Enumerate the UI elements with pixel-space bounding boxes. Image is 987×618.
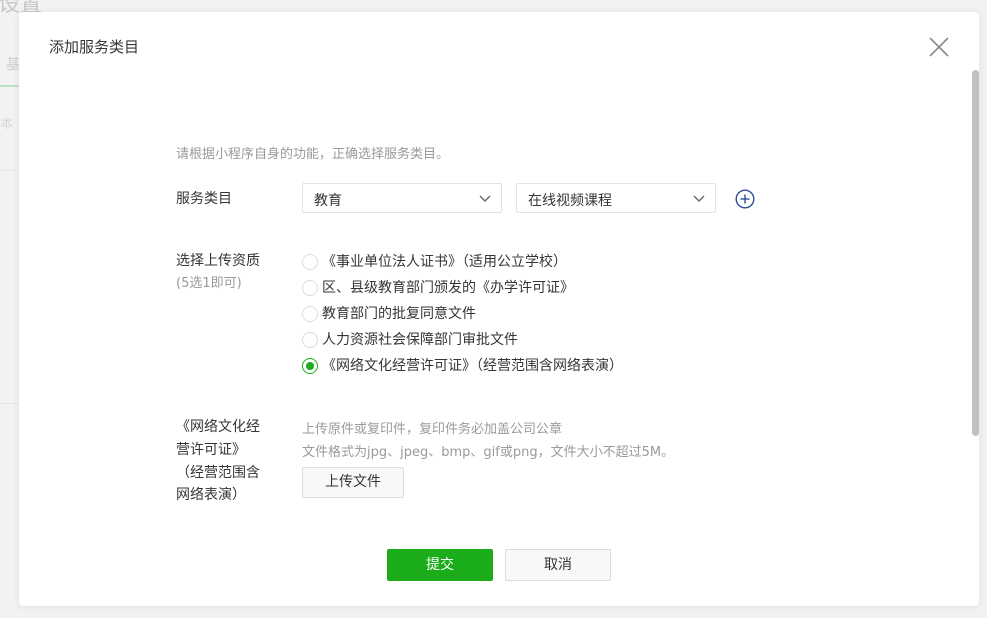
category-secondary-select[interactable]: 在线视频课程 [516,183,716,213]
upload-field-label-line: （经营范围含 [176,465,260,481]
chevron-down-icon [479,195,491,202]
upload-field-label-line: 营许可证》 [176,442,246,458]
upload-tip: 上传原件或复印件，复印件务必加盖公司公章 [302,422,563,437]
qualification-sub-label: (5选1即可) [176,276,242,291]
qualification-option-label: 区、县级教育部门颁发的《办学许可证》 [322,280,574,296]
qualification-option-label: 《网络文化经营许可证》（经营范围含网络表演） [322,358,623,374]
qualification-option-label: 人力资源社会保障部门审批文件 [322,332,518,348]
radio-button[interactable] [302,306,318,322]
background-tab: 基 [6,57,20,73]
cancel-button[interactable]: 取消 [505,549,611,581]
background-divider [0,170,19,171]
upload-field-label-line: 网络表演） [176,487,246,503]
close-icon[interactable] [927,35,951,59]
category-hint: 请根据小程序自身的功能，正确选择服务类目。 [176,147,450,162]
category-primary-select[interactable]: 教育 [302,183,502,213]
radio-button[interactable] [302,254,318,270]
background-tab-underline [0,85,19,87]
radio-button[interactable] [302,280,318,296]
category-secondary-value: 在线视频课程 [528,193,612,209]
background-text: 本 [0,117,14,132]
qualification-label: 选择上传资质 [176,253,260,269]
category-primary-value: 教育 [314,193,342,209]
dialog-title: 添加服务类目 [49,38,140,56]
radio-button-checked[interactable] [302,358,318,374]
chevron-down-icon [693,195,705,202]
add-service-category-dialog: 添加服务类目 请根据小程序自身的功能，正确选择服务类目。 服务类目 教育 在线视… [19,12,979,606]
upload-file-button[interactable]: 上传文件 [302,467,404,498]
add-category-button[interactable] [735,189,755,209]
dialog-scrollbar[interactable] [972,70,979,436]
upload-field-label-line: 《网络文化经 [176,419,260,435]
qualification-option-label: 教育部门的批复同意文件 [322,306,476,322]
category-label: 服务类目 [176,191,232,207]
upload-format-tip: 文件格式为jpg、jpeg、bmp、gif或png，文件大小不超过5M。 [302,445,675,460]
qualification-option-label: 《事业单位法人证书》（适用公立学校） [322,254,567,270]
submit-button[interactable]: 提交 [387,549,493,581]
plus-circle-icon [735,189,755,209]
radio-button[interactable] [302,332,318,348]
background-divider [0,403,19,404]
